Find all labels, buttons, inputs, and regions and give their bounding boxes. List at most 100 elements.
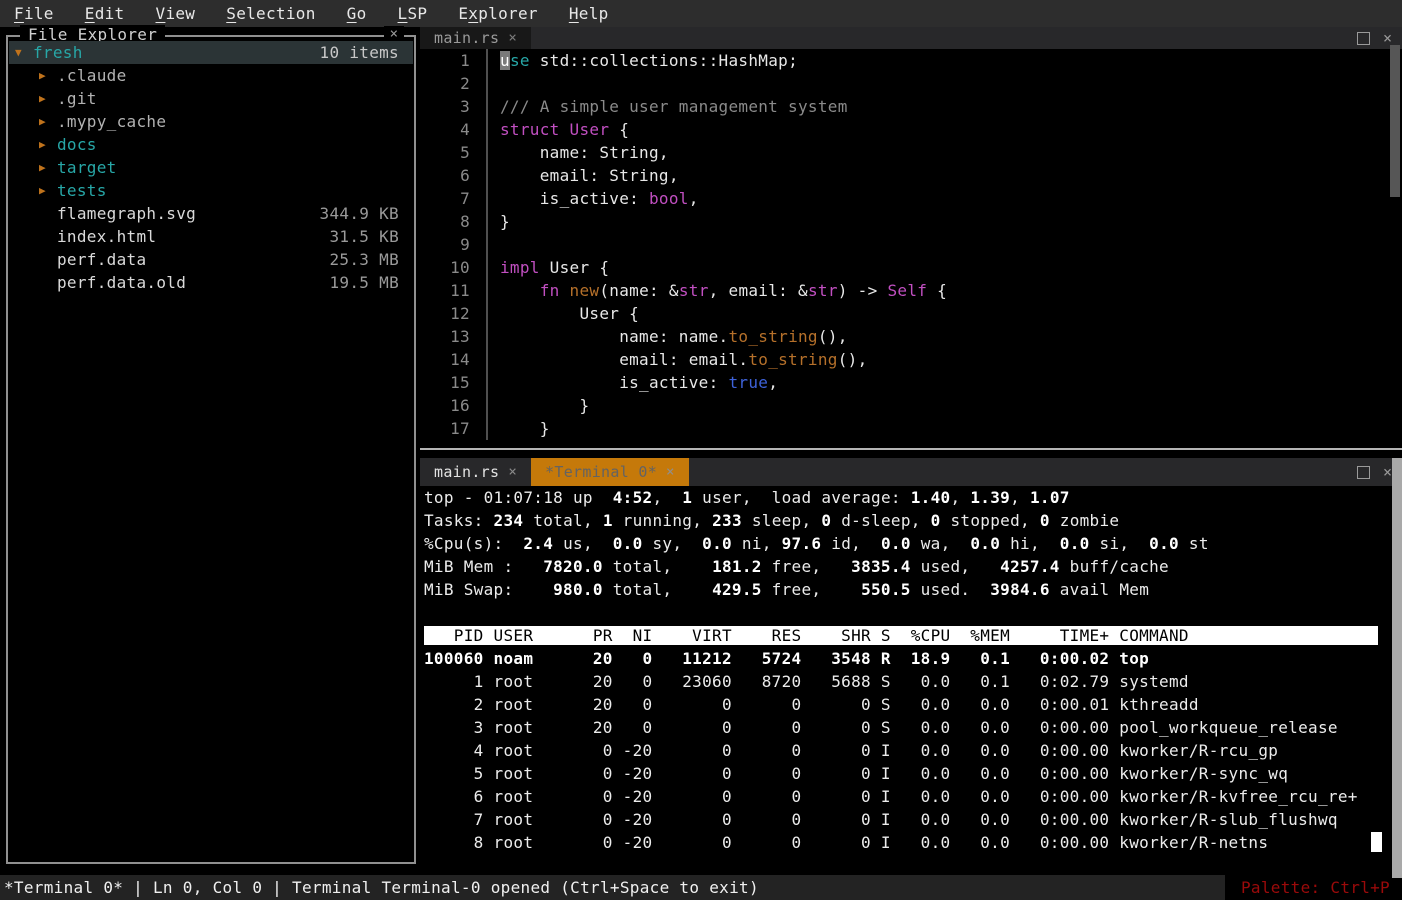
line-number: 11 [420,279,470,302]
editor-content[interactable]: 1use std::collections::HashMap;2 3/// A … [420,49,947,440]
code-line-1: 1 use std::collections::HashMap; [420,49,947,72]
explorer-row-fresh[interactable]: ▼fresh10 items [9,41,413,64]
code-text: is_active: bool, [486,187,699,210]
process-table-header: PID USER PR NI VIRT RES SHR S %CPU %MEM … [424,624,1378,647]
file-explorer-close-icon[interactable]: × [384,26,404,42]
menu-item-explorer[interactable]: Explorer [458,4,537,23]
process-row-pid-6: 6 root 0 -20 0 0 0 I 0.0 0.0 0:00.00 kwo… [424,785,1378,808]
explorer-row-index-html[interactable]: index.html31.5 KB [9,225,413,248]
explorer-row-docs[interactable]: ▶docs [9,133,413,156]
explorer-item-name: .claude [57,66,127,85]
code-line-2: 2 [420,72,947,95]
chevron-right-icon[interactable]: ▶ [39,138,57,151]
explorer-item-meta: 344.9 KB [320,204,399,223]
chevron-right-icon[interactable]: ▶ [39,92,57,105]
explorer-item-meta: 10 items [320,43,399,62]
maximize-icon[interactable] [1357,32,1370,45]
line-number: 1 [420,49,470,72]
explorer-item-meta: 19.5 MB [329,273,399,292]
process-row-pid-5: 5 root 0 -20 0 0 0 I 0.0 0.0 0:00.00 kwo… [424,762,1378,785]
code-line-11: 11 fn new(name: &str, email: &str) -> Se… [420,279,947,302]
chevron-right-icon[interactable]: ▶ [39,184,57,197]
editor-tab-close-icon[interactable]: × [508,30,517,46]
explorer-row-perf-data[interactable]: perf.data 25.3 MB [9,248,413,271]
menu-item-edit[interactable]: Edit [85,4,125,23]
explorer-row-flamegraph-svg[interactable]: flamegraph.svg 344.9 KB [9,202,413,225]
line-number: 8 [420,210,470,233]
editor-tab-main-rs[interactable]: main.rs × [420,27,531,49]
top-summary-line-5: MiB Swap: 980.0 total, 429.5 free, 550.5… [424,578,1378,601]
explorer-row-perf-data-old[interactable]: perf.data.old 19.5 MB [9,271,413,294]
explorer-item-name: perf.data.old [57,273,186,292]
maximize-icon[interactable] [1357,466,1370,479]
menu-item-help[interactable]: Help [569,4,609,23]
code-line-15: 15 is_active: true, [420,371,947,394]
explorer-row-tests[interactable]: ▶tests [9,179,413,202]
workspace: File Explorer × ▼fresh10 items▶.claude▶.… [0,27,1402,875]
terminal-window-buttons: × [1357,458,1392,486]
menu-item-go[interactable]: Go [347,4,367,23]
line-number: 10 [420,256,470,279]
palette-hint[interactable]: Palette: Ctrl+P [1225,875,1402,900]
menu-item-lsp[interactable]: LSP [398,4,428,23]
code-text: struct User { [486,118,629,141]
terminal-tab-close-icon[interactable]: × [508,464,517,480]
code-text: /// A simple user management system [486,95,848,118]
terminal-blank-line [424,601,1378,624]
terminal-tab-label: main.rs [434,463,499,481]
terminal-tab-main-rs[interactable]: main.rs × [420,458,531,486]
chevron-right-icon[interactable]: ▶ [39,69,57,82]
terminal-tab-terminal-0[interactable]: *Terminal 0* × [531,458,689,486]
code-line-16: 16 } [420,394,947,417]
process-row-pid-7: 7 root 0 -20 0 0 0 I 0.0 0.0 0:00.00 kwo… [424,808,1378,831]
editor-scrollbar-thumb[interactable] [1390,45,1400,197]
explorer-item-name: docs [57,135,97,154]
statusbar: *Terminal 0* | Ln 0, Col 0 | Terminal Te… [0,875,1402,900]
line-number: 4 [420,118,470,141]
process-row-pid-3: 3 root 20 0 0 0 0 S 0.0 0.0 0:00.00 pool… [424,716,1378,739]
editor-tabbar: main.rs × × [420,27,1402,49]
explorer-item-name: flamegraph.svg [57,204,196,223]
line-number: 5 [420,141,470,164]
explorer-row--mypy-cache[interactable]: ▶.mypy_cache [9,110,413,133]
menu-item-view[interactable]: View [156,4,196,23]
explorer-item-name: .git [57,89,97,108]
terminal-tab-label: *Terminal 0* [545,463,657,481]
chevron-right-icon[interactable]: ▶ [39,115,57,128]
code-line-14: 14 email: email.to_string(), [420,348,947,371]
terminal-scrollbar[interactable] [1392,458,1402,878]
editor-pane: main.rs × × 1 use std::collections::HashM… [420,27,1402,450]
explorer-row-target[interactable]: ▶target [9,156,413,179]
line-number: 13 [420,325,470,348]
code-text: use std::collections::HashMap; [486,49,798,72]
explorer-row--git[interactable]: ▶.git [9,87,413,110]
code-text: } [486,417,550,440]
code-line-8: 8} [420,210,947,233]
code-line-6: 6 email: String, [420,164,947,187]
process-row-pid-100060: 100060 noam 20 0 11212 5724 3548 R 18.9 … [424,647,1378,670]
terminal-tab-close-icon[interactable]: × [666,464,675,480]
line-number: 6 [420,164,470,187]
explorer-item-meta: 25.3 MB [329,250,399,269]
explorer-item-name: target [57,158,117,177]
chevron-right-icon[interactable]: ▶ [39,161,57,174]
code-line-5: 5 name: String, [420,141,947,164]
menu-item-file[interactable]: File [14,4,54,23]
code-text: } [486,210,510,233]
process-row-pid-4: 4 root 0 -20 0 0 0 I 0.0 0.0 0:00.00 kwo… [424,739,1378,762]
code-text: } [486,394,589,417]
statusbar-status-text: *Terminal 0* | Ln 0, Col 0 | Terminal Te… [4,878,759,897]
explorer-item-name: perf.data [57,250,146,269]
top-summary-line-4: MiB Mem : 7820.0 total, 181.2 free, 3835… [424,555,1378,578]
file-explorer-panel: File Explorer × ▼fresh10 items▶.claude▶.… [6,35,416,864]
code-line-10: 10 impl User { [420,256,947,279]
code-text: is_active: true, [486,371,778,394]
chevron-down-icon[interactable]: ▼ [15,46,33,59]
terminal-tabbar: main.rs × *Terminal 0* × × [420,458,1402,486]
terminal-pane-close-icon[interactable]: × [1383,463,1392,481]
code-text: impl User { [486,256,609,279]
explorer-row--claude[interactable]: ▶.claude [9,64,413,87]
process-row-pid-1: 1 root 20 0 23060 8720 5688 S 0.0 0.1 0:… [424,670,1378,693]
menu-item-selection[interactable]: Selection [226,4,315,23]
terminal-content[interactable]: top - 01:07:18 up 4:52, 1 user, load ave… [424,486,1378,854]
